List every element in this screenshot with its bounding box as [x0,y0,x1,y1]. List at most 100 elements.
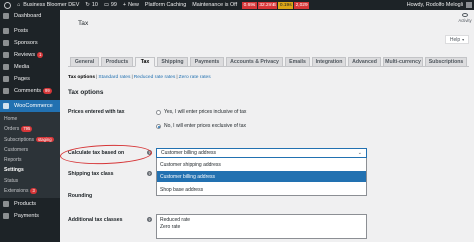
payments-icon [3,213,9,220]
pin-icon [3,28,9,34]
admin-sidebar: Dashboard Posts Sponsors Reviews 1 Media … [0,10,60,242]
prices-inclusive-radio[interactable]: Yes, I will enter prices inclusive of ta… [156,109,246,115]
extensions-badge: 3 [30,188,37,194]
updates-icon: ↻ [85,2,90,8]
submenu-subscriptions[interactable]: Subscriptions staging [0,135,60,145]
page-title: Tax [78,20,89,27]
tax-sections-nav: Tax options|Standard rates|Reduced rate … [68,75,211,80]
chevron-down-icon: ▾ [462,37,465,42]
radio-icon [156,109,161,115]
comment-icon: ▭ [103,2,109,8]
sidebar-item-posts[interactable]: Posts [0,25,60,37]
settings-tabs: General Products Tax Shipping Payments A… [68,47,469,67]
new-content-link[interactable]: + New [120,0,142,10]
section-separator: | [131,75,133,80]
tab-payments[interactable]: Payments [190,57,224,67]
home-icon: ⌂ [17,2,21,8]
additional-tax-classes-label: Additional tax classes [68,217,123,223]
page-icon [3,76,9,82]
admin-bar: ⌂ Business Bloomer DEV ↻ 10 ▭ 99 + New Platf… [0,0,474,10]
rounding-label: Rounding [68,193,93,199]
woocommerce-submenu: Home Orders 795 Subscriptions staging Cust… [0,112,60,199]
additional-tax-classes-textarea[interactable]: Reduced rate Zero rate [156,214,367,239]
submenu-customers[interactable]: Customers [0,145,60,155]
perf-time: 0.69s [242,1,257,9]
sidebar-item-payments[interactable]: Payments [0,210,60,222]
activity-button[interactable]: Activity [456,10,474,23]
orders-badge: 795 [21,126,33,132]
tab-advanced[interactable]: Advanced [348,57,381,67]
account-menu[interactable]: Howdy, Rodolfo Melogli [407,0,472,10]
pin-icon [3,40,9,46]
prices-entered-with-tax-label: Prices entered with tax [68,109,125,115]
calculate-tax-dropdown-list: Customer shipping address Customer billi… [156,158,367,196]
submenu-reports[interactable]: Reports [0,155,60,165]
section-tax-options[interactable]: Tax options [68,75,95,80]
perf-memory: 32.2mB [257,1,278,9]
prices-exclusive-radio[interactable]: No, I will enter prices exclusive of tax [156,123,246,129]
section-reduced-rate-rates[interactable]: Reduced rate rates [134,75,176,80]
calculate-tax-based-on-label: Calculate tax based on [68,150,125,156]
perf-queries: 2,029 [294,1,310,9]
option-customer-billing-address[interactable]: Customer billing address [157,171,366,182]
help-tip-icon[interactable]: ? [147,171,152,176]
tax-class-line: Zero rate [160,224,181,230]
comments-link[interactable]: ▭ 99 [101,0,120,10]
sidebar-item-woocommerce[interactable]: WooCommerce [0,100,60,112]
help-tip-icon[interactable]: ? [147,217,152,222]
tab-integration[interactable]: Integration [312,57,346,67]
platform-caching-link[interactable]: Platform Caching [142,0,189,10]
comment-icon [3,88,9,94]
tab-subscriptions[interactable]: Subscriptions [425,57,467,67]
tab-general[interactable]: General [70,57,99,67]
sidebar-item-dashboard[interactable]: Dashboard [0,10,60,22]
woo-icon [3,103,9,109]
tab-tax[interactable]: Tax [135,57,155,67]
activity-icon [462,13,468,17]
howdy-text: Howdy, Rodolfo Melogli [406,2,463,8]
media-icon [3,64,9,70]
site-name-link[interactable]: ⌂ Business Bloomer DEV [14,0,82,10]
submenu-orders[interactable]: Orders 795 [0,124,60,134]
maintenance-link[interactable]: Maintenance is Off [189,0,240,10]
section-separator: | [176,75,178,80]
sidebar-item-comments[interactable]: Comments 99 [0,85,60,97]
option-shop-base-address[interactable]: Shop base address [157,184,366,195]
section-standard-rates[interactable]: Standard rates [98,75,130,80]
reviews-badge: 1 [37,52,44,58]
comments-badge: 99 [43,88,52,94]
sidebar-item-media[interactable]: Media [0,61,60,73]
subscriptions-badge: staging [36,136,54,143]
section-zero-rate-rates[interactable]: Zero rate rates [179,75,211,80]
calculate-tax-based-on-select[interactable]: Customer billing address ⌄ [156,148,367,158]
perf-queries-time: 0.19s [278,1,294,9]
updates-link[interactable]: ↻ 10 [82,0,101,10]
shipping-tax-class-label: Shipping tax class [68,171,114,177]
avatar [466,2,472,8]
sidebar-item-pages[interactable]: Pages [0,73,60,85]
radio-checked-icon [156,123,161,129]
submenu-status[interactable]: Status [0,176,60,186]
sidebar-item-sponsors[interactable]: Sponsors [0,37,60,49]
sidebar-item-products[interactable]: Products [0,198,60,210]
tab-multi-currency[interactable]: Multi-currency [383,57,423,67]
main-content: Tax Activity Help ▾ General Products Tax … [59,10,474,242]
tab-accounts-privacy[interactable]: Accounts & Privacy [226,57,283,67]
tax-class-line: Reduced rate [160,217,191,223]
section-heading: Tax options [68,89,104,96]
help-tip-icon[interactable]: ? [147,150,152,155]
pin-icon [3,52,9,58]
tab-products[interactable]: Products [101,57,133,67]
wordpress-logo-icon[interactable] [0,0,14,10]
option-customer-shipping-address[interactable]: Customer shipping address [157,159,366,170]
submenu-extensions[interactable]: Extensions 3 [0,186,60,196]
tab-shipping[interactable]: Shipping [157,57,188,67]
submenu-settings[interactable]: Settings [0,165,60,175]
sidebar-item-reviews[interactable]: Reviews 1 [0,49,60,61]
help-button[interactable]: Help ▾ [445,35,469,44]
submenu-home[interactable]: Home [0,114,60,124]
product-icon [3,201,9,208]
chevron-down-icon: ⌄ [357,150,362,156]
tab-emails[interactable]: Emails [285,57,310,67]
performance-monitor[interactable]: 0.69s 32.2mB 0.19s 2,029 [242,1,310,9]
